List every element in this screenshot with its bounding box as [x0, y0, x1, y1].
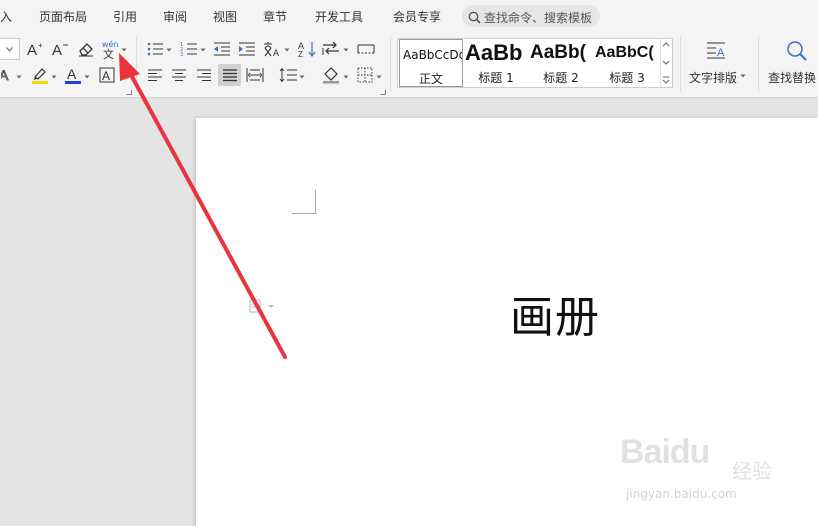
chevron-down-icon[interactable]: [740, 73, 746, 79]
shrink-font-icon[interactable]: A: [50, 38, 72, 60]
font-size-dropdown[interactable]: [0, 38, 20, 60]
group-divider: [136, 36, 137, 92]
justify-icon[interactable]: [218, 64, 241, 86]
tab-view[interactable]: 视图: [213, 8, 237, 25]
grow-font-icon[interactable]: A +: [25, 38, 47, 60]
watermark-brand: Baidu: [620, 433, 710, 471]
chevron-down-icon[interactable]: [166, 47, 172, 53]
clear-format-eraser-icon[interactable]: [75, 38, 97, 60]
svg-text:3: 3: [180, 52, 183, 57]
style-sample: AaBbCcDd: [403, 48, 463, 62]
font-dialog-launcher-icon[interactable]: [126, 89, 132, 95]
baidu-jingyan-watermark: Baidu 经验 jingyan.baidu.com: [620, 433, 780, 513]
style-heading-1[interactable]: AaBb 标题 1: [464, 39, 528, 87]
decrease-indent-icon[interactable]: [211, 38, 233, 60]
text-layout-label[interactable]: 文字排版: [689, 69, 737, 86]
align-right-icon[interactable]: [193, 64, 215, 86]
group-divider: [680, 36, 681, 92]
text-direction-icon[interactable]: [320, 38, 342, 60]
chevron-down-icon[interactable]: [284, 47, 290, 53]
style-label: 正文: [418, 72, 443, 86]
tab-review[interactable]: 审阅: [163, 8, 187, 25]
style-label: 标题 3: [609, 71, 645, 85]
chinese-layout-icon[interactable]: A: [261, 38, 283, 60]
chevron-down-icon[interactable]: [51, 74, 57, 80]
phonetic-guide-icon[interactable]: wén 文: [99, 38, 121, 60]
styles-gallery-scroll[interactable]: [660, 39, 672, 87]
font-color-icon[interactable]: A: [62, 64, 84, 86]
svg-text:A: A: [27, 42, 37, 57]
chevron-down-icon[interactable]: [376, 74, 382, 80]
watermark-url: jingyan.baidu.com: [626, 487, 737, 501]
bullet-list-icon[interactable]: [144, 38, 166, 60]
chevron-down-icon: [6, 46, 13, 52]
svg-text:A: A: [102, 69, 110, 83]
tab-member[interactable]: 会员专享: [393, 8, 441, 25]
search-icon: [468, 9, 481, 28]
show-formatting-marks-icon[interactable]: [355, 38, 377, 60]
chevron-down-icon[interactable]: [16, 74, 22, 80]
gallery-scroll-arrows-icon: [662, 42, 670, 84]
tab-page-layout[interactable]: 页面布局: [39, 8, 87, 25]
tab-insert[interactable]: 入: [0, 8, 12, 25]
style-heading-3[interactable]: AaBbC( 标题 3: [594, 39, 660, 87]
svg-text:A: A: [1, 67, 9, 83]
margin-corner-mark: [292, 190, 316, 214]
chevron-down-icon[interactable]: [84, 74, 90, 80]
text-effect-icon[interactable]: A: [0, 64, 14, 86]
shading-fill-icon[interactable]: [320, 64, 342, 86]
text-layout-icon[interactable]: A: [703, 38, 729, 64]
svg-text:A: A: [273, 48, 279, 58]
paragraph-options-icon[interactable]: [248, 298, 276, 318]
style-sample: AaBb: [465, 40, 523, 65]
tab-chapter[interactable]: 章节: [263, 8, 287, 25]
svg-text:A: A: [52, 42, 62, 57]
chevron-down-icon[interactable]: [121, 47, 127, 53]
line-spacing-icon[interactable]: [277, 64, 299, 86]
command-search-box[interactable]: 查找命令、搜索模板: [462, 5, 600, 27]
chevron-down-icon[interactable]: [299, 74, 305, 80]
paragraph-dialog-launcher-icon[interactable]: [380, 89, 386, 95]
svg-text:Z: Z: [298, 50, 303, 58]
svg-text:+: +: [38, 41, 43, 50]
tab-references[interactable]: 引用: [113, 8, 137, 25]
group-divider: [390, 36, 391, 92]
style-sample: AaBbC(: [595, 44, 654, 61]
character-border-icon[interactable]: A: [96, 64, 118, 86]
align-left-icon[interactable]: [144, 64, 166, 86]
numbered-list-icon[interactable]: 123: [178, 38, 200, 60]
find-replace-search-icon[interactable]: [784, 38, 810, 64]
increase-indent-icon[interactable]: [236, 38, 258, 60]
menu-bar: 入 页面布局 引用 审阅 视图 章节 开发工具 会员专享 查找命令、搜索模板: [0, 0, 818, 32]
group-divider: [758, 36, 759, 92]
highlight-pen-icon[interactable]: [29, 64, 51, 86]
styles-gallery: AaBbCcDd 正文 AaBb 标题 1 AaBb( 标题 2 AaBbC( …: [397, 38, 673, 88]
chevron-down-icon[interactable]: [343, 47, 349, 53]
tab-developer[interactable]: 开发工具: [315, 8, 363, 25]
search-placeholder: 查找命令、搜索模板: [484, 11, 593, 25]
svg-text:A: A: [67, 66, 77, 82]
chevron-down-icon[interactable]: [343, 74, 349, 80]
style-heading-2[interactable]: AaBb( 标题 2: [529, 39, 593, 87]
document-body-text[interactable]: 画册: [510, 281, 600, 345]
ribbon-toolbar: A + A wén 文 A A A 123 A AZ AaBbCcDd 正文 A…: [0, 32, 818, 98]
align-center-icon[interactable]: [168, 64, 190, 86]
sort-icon[interactable]: AZ: [296, 38, 318, 60]
find-replace-label[interactable]: 查找替换: [768, 69, 816, 86]
style-sample: AaBb(: [530, 42, 586, 63]
distributed-align-icon[interactable]: [244, 64, 266, 86]
style-label: 标题 1: [478, 71, 514, 85]
borders-icon[interactable]: [354, 64, 376, 86]
svg-text:文: 文: [103, 47, 114, 59]
svg-text:A: A: [717, 47, 725, 59]
style-label: 标题 2: [543, 71, 579, 85]
style-normal[interactable]: AaBbCcDd 正文: [399, 39, 463, 87]
watermark-brand-sub: 经验: [732, 459, 772, 483]
chevron-down-icon[interactable]: [200, 47, 206, 53]
